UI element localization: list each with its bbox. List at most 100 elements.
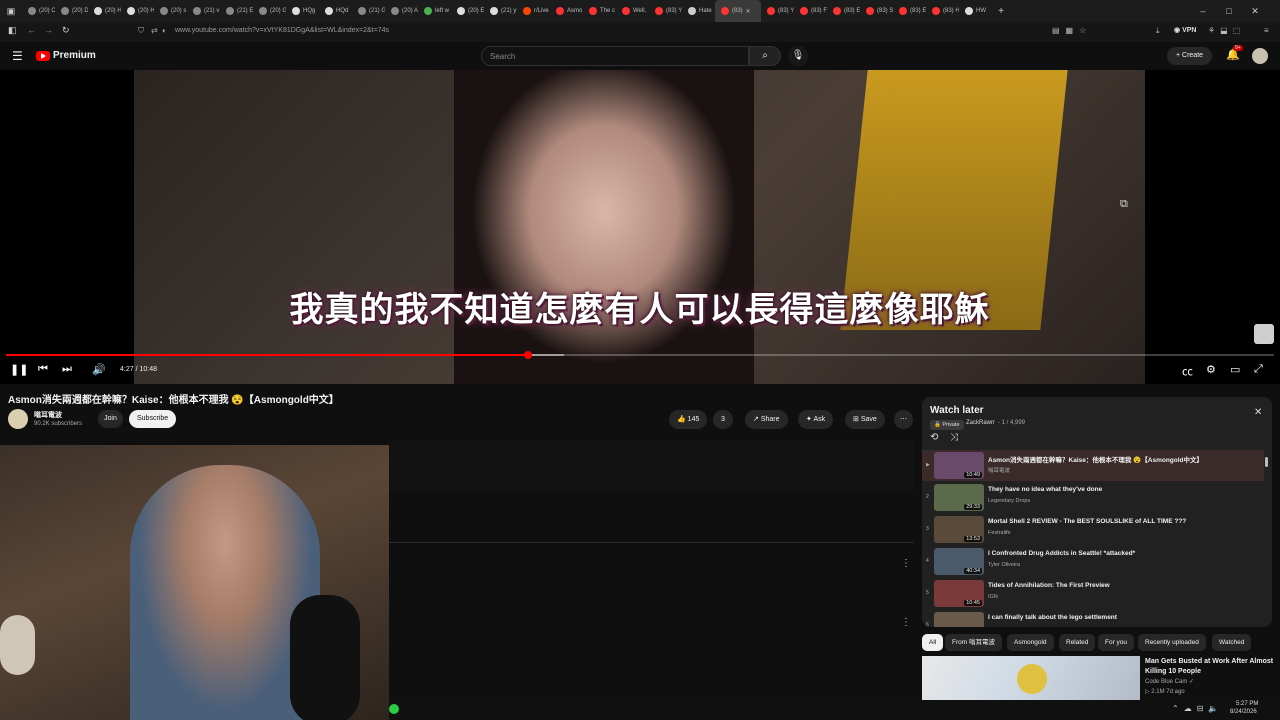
next-icon[interactable]: ⏭ bbox=[62, 363, 72, 376]
channel-watermark-icon[interactable] bbox=[1254, 324, 1274, 344]
playlist-item[interactable]: 6 I can finally talk about the lego settl… bbox=[922, 610, 1264, 627]
playlist-item-title[interactable]: They have no idea what they've done bbox=[988, 486, 1102, 493]
microphone-icon[interactable]: 🎙 bbox=[788, 46, 808, 66]
volume-icon[interactable]: 🔊 bbox=[92, 363, 106, 376]
browser-tab[interactable]: Asmo bbox=[550, 0, 583, 22]
browser-tab[interactable]: (83) ✕ bbox=[715, 0, 761, 22]
subscribe-button[interactable]: Subscribe bbox=[129, 410, 177, 428]
reload-icon[interactable]: ↻ bbox=[62, 25, 70, 36]
ask-button[interactable]: ✦ Ask bbox=[798, 410, 834, 429]
playlist-item[interactable]: 5 10:45 Tides of Annihilation: The First P… bbox=[922, 578, 1264, 609]
close-icon[interactable]: ✕ bbox=[1254, 407, 1262, 418]
filter-chip[interactable]: Asmongold bbox=[1007, 634, 1054, 651]
browser-tab[interactable]: (20) H bbox=[121, 0, 154, 22]
browser-tab[interactable]: (21) G bbox=[352, 0, 385, 22]
search-input[interactable]: Search bbox=[481, 46, 749, 66]
browser-tab[interactable]: HW bbox=[959, 0, 992, 22]
playlist-thumbnail[interactable]: 40:34 bbox=[934, 548, 984, 575]
pause-icon[interactable]: ❚❚ bbox=[10, 363, 28, 376]
recommendation-title[interactable]: Man Gets Busted at Work After Almost Kil… bbox=[1145, 657, 1275, 677]
browser-tab[interactable]: (21) E bbox=[220, 0, 253, 22]
browser-tab[interactable]: Well, bbox=[616, 0, 649, 22]
playlist-thumbnail[interactable]: 13:53 bbox=[934, 516, 984, 543]
playlist-scrollbar[interactable] bbox=[1265, 457, 1268, 467]
playlist-item-title[interactable]: Asmon消失兩週都在幹嘛？Kaise：他根本不理我 😵【Asmongold中文… bbox=[988, 454, 1203, 464]
shield-icon[interactable]: ◐ bbox=[162, 26, 167, 35]
playlist-item[interactable]: 4 40:34 I Confronted Drug Addicts in Seatt… bbox=[922, 546, 1264, 577]
browser-tab[interactable]: (83) Y bbox=[761, 0, 794, 22]
maximize-button[interactable]: □ bbox=[1216, 6, 1242, 16]
filter-chip[interactable]: Related bbox=[1059, 634, 1096, 651]
browser-tab[interactable]: (20) C bbox=[22, 0, 55, 22]
playlist-item-channel[interactable]: Legendary Drops bbox=[988, 498, 1030, 504]
dislike-button[interactable]: 3 bbox=[713, 410, 733, 429]
playlist-item-title[interactable]: Mortal Shell 2 REVIEW - The BEST SOULSLI… bbox=[988, 518, 1186, 525]
browser-tab[interactable]: HQd bbox=[319, 0, 352, 22]
browser-tab[interactable]: (21) v bbox=[187, 0, 220, 22]
filter-chip[interactable]: All bbox=[922, 634, 944, 651]
playlist-thumbnail[interactable]: 10:45 bbox=[934, 580, 984, 607]
video-frame[interactable]: 我真的我不知道怎麼有人可以長得這麼像耶穌 bbox=[134, 70, 1145, 384]
vpn-badge[interactable]: ◉ VPN bbox=[1174, 26, 1196, 34]
url-text[interactable]: www.youtube.com/watch?v=xVtYK81DGgA&list… bbox=[175, 27, 389, 34]
shuffle-icon[interactable]: ⤨ bbox=[950, 432, 958, 443]
close-window-button[interactable]: ✕ bbox=[1242, 6, 1268, 17]
browser-tab[interactable]: (83) E bbox=[893, 0, 926, 22]
clock-time[interactable]: 5:27 PM bbox=[1236, 701, 1258, 707]
more-options-icon[interactable]: ⋮ bbox=[901, 558, 911, 569]
browser-tab[interactable]: (20) D bbox=[55, 0, 88, 22]
settings-gear-icon[interactable]: ⚙ bbox=[1206, 363, 1216, 376]
playlist-owner[interactable]: ZackRawrr bbox=[966, 420, 995, 426]
more-options-icon[interactable]: ⋮ bbox=[901, 617, 911, 628]
playlist-thumbnail[interactable] bbox=[934, 612, 984, 627]
menu-icon[interactable]: ≡ bbox=[1264, 26, 1269, 35]
sidebar-toggle-icon[interactable]: ◧ bbox=[8, 25, 17, 36]
back-icon[interactable]: ← bbox=[27, 25, 36, 35]
avatar[interactable] bbox=[1252, 48, 1268, 64]
clock-date[interactable]: 8/24/2026 bbox=[1230, 709, 1257, 715]
playlist-item-channel[interactable]: Tyler Oliveira bbox=[988, 562, 1020, 568]
playlist-item[interactable]: 3 13:53 Mortal Shell 2 REVIEW - The BEST S… bbox=[922, 514, 1264, 545]
previous-icon[interactable]: ⏮ bbox=[38, 363, 48, 376]
extension-icons[interactable]: ⚘⬓⬚ bbox=[1208, 26, 1245, 35]
browser-tab[interactable]: (20) A bbox=[385, 0, 418, 22]
playlist-item[interactable]: 2 29:33 They have no idea what they've don… bbox=[922, 482, 1264, 513]
like-button[interactable]: 👍 145 bbox=[669, 410, 708, 429]
hamburger-menu-icon[interactable]: ☰ bbox=[12, 49, 23, 63]
close-tab-icon[interactable]: ✕ bbox=[746, 8, 751, 15]
new-tab-button[interactable]: + bbox=[992, 6, 1010, 17]
video-player[interactable]: 我真的我不知道怎麼有人可以長得這麼像耶穌 ⧉ ❚❚ ⏮ ⏭ 🔊 4:27 / 1… bbox=[0, 70, 1280, 384]
youtube-logo[interactable]: Premium bbox=[36, 50, 96, 61]
playlist-thumbnail[interactable]: 10:49 bbox=[934, 452, 984, 479]
browser-tab[interactable]: The c bbox=[583, 0, 616, 22]
download-icon[interactable]: ⤓ bbox=[1156, 26, 1160, 36]
browser-tab[interactable]: (20) E bbox=[451, 0, 484, 22]
join-button[interactable]: Join bbox=[98, 410, 123, 428]
browser-tab[interactable]: (83) H bbox=[926, 0, 959, 22]
browser-tab[interactable]: (83) S bbox=[860, 0, 893, 22]
browser-tab[interactable]: (20) H bbox=[88, 0, 121, 22]
playlist-item-title[interactable]: I can finally talk about the lego settle… bbox=[988, 614, 1117, 621]
browser-tab[interactable]: (83) F bbox=[794, 0, 827, 22]
captions-icon[interactable]: ㏄ bbox=[1182, 363, 1193, 379]
playlist-item-channel[interactable]: Fextralife bbox=[988, 530, 1011, 536]
description-area[interactable] bbox=[389, 441, 914, 491]
app-icon[interactable] bbox=[389, 704, 399, 714]
browser-tab[interactable]: (20) s bbox=[154, 0, 187, 22]
fullscreen-icon[interactable]: ⤢ bbox=[1254, 363, 1263, 376]
system-tray-icons[interactable]: ⌃☁⊟🔈 bbox=[1172, 704, 1223, 713]
forward-icon[interactable]: → bbox=[44, 25, 53, 35]
loop-icon[interactable]: ⟲ bbox=[930, 432, 938, 443]
playlist-item-title[interactable]: Tides of Annihilation: The First Preview bbox=[988, 582, 1110, 589]
create-button[interactable]: + Create bbox=[1167, 47, 1213, 65]
browser-tab[interactable]: r/Live bbox=[517, 0, 550, 22]
playlist-item-channel[interactable]: 嗡耳電波 bbox=[988, 466, 1010, 474]
channel-avatar[interactable] bbox=[8, 409, 28, 429]
theater-mode-icon[interactable]: ▭ bbox=[1230, 363, 1240, 376]
more-actions-icon[interactable]: ⋯ bbox=[894, 410, 913, 429]
browser-tab[interactable]: Hate bbox=[682, 0, 715, 22]
site-info-icon[interactable]: ⛉ bbox=[138, 26, 144, 36]
browser-tab[interactable]: left w bbox=[418, 0, 451, 22]
filter-chip[interactable]: Recently uploaded bbox=[1138, 634, 1206, 651]
channel-name[interactable]: 嗡耳電波 bbox=[34, 410, 62, 420]
